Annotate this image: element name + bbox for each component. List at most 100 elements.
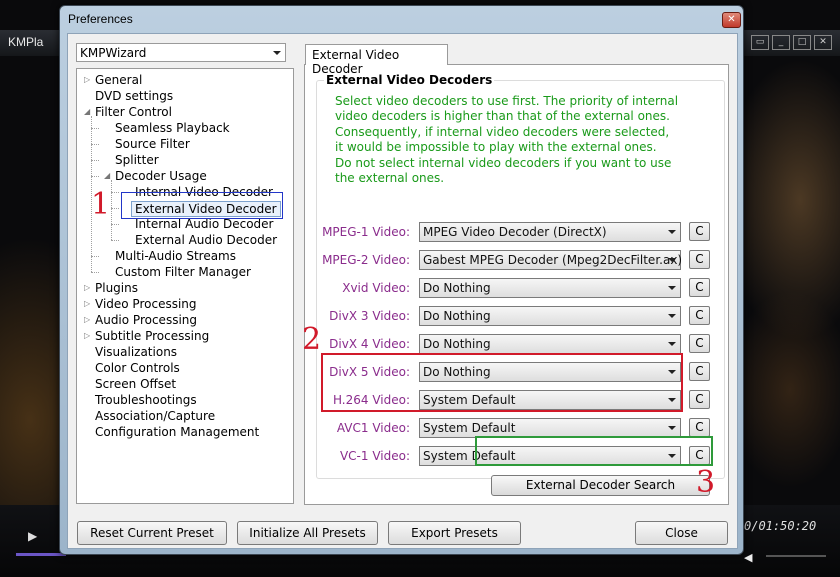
decoder-config-button[interactable]: C: [689, 362, 710, 381]
expand-arrow-icon[interactable]: ▷: [84, 296, 92, 312]
decoder-config-button[interactable]: C: [689, 418, 710, 437]
decoder-config-button[interactable]: C: [689, 278, 710, 297]
expand-arrow-icon[interactable]: ▷: [84, 312, 92, 328]
tree-item[interactable]: External Audio Decoder: [135, 232, 277, 248]
decoder-config-button[interactable]: C: [689, 222, 710, 241]
tree-item[interactable]: Screen Offset: [95, 376, 176, 392]
window-close-button[interactable]: ✕: [722, 12, 741, 28]
description-text: Select video decoders to use first. The …: [335, 94, 695, 186]
tree-item-label: DVD settings: [95, 89, 174, 103]
annotation-number-1: 1: [91, 187, 111, 222]
decoder-label: MPEG-1 Video:: [322, 225, 410, 239]
tree-item-label: Decoder Usage: [115, 169, 207, 183]
annotation-box-1: [121, 192, 283, 219]
tree-connector: [91, 160, 99, 161]
decoder-select[interactable]: Gabest MPEG Decoder (Mpeg2DecFilter.ax): [419, 250, 682, 270]
seek-bar[interactable]: [16, 553, 66, 556]
expand-arrow-icon[interactable]: ▷: [84, 280, 92, 296]
player-window-buttons: ▭ _ □ ✕: [751, 35, 832, 50]
chevron-down-icon: [663, 279, 680, 297]
tree-item-label: Configuration Management: [95, 425, 260, 439]
decoder-config-button[interactable]: C: [689, 306, 710, 325]
play-icon[interactable]: ▶: [28, 529, 37, 543]
preferences-window: Preferences ✕ KMPWizard ▷ General DVD sett…: [59, 5, 744, 555]
tree-item-label: General: [95, 73, 143, 87]
tree-item[interactable]: Configuration Management: [95, 424, 259, 440]
decoder-row: DivX 3 Video: Do Nothing C: [305, 306, 725, 326]
initialize-all-presets-button[interactable]: Initialize All Presets: [237, 521, 378, 545]
tree-item[interactable]: ▷ Video Processing: [84, 296, 197, 312]
decoder-label: Xvid Video:: [342, 281, 410, 295]
decoder-config-button[interactable]: C: [689, 390, 710, 409]
tree-item-label: Plugins: [95, 281, 138, 295]
tree-item[interactable]: Visualizations: [95, 344, 177, 360]
tree-item[interactable]: DVD settings: [95, 88, 173, 104]
settings-tree[interactable]: ▷ General DVD settings ◢ Filter Control Seaml…: [76, 68, 294, 504]
decoder-select[interactable]: System Default: [419, 418, 681, 438]
tree-connector: [91, 272, 99, 273]
player-minimize-button[interactable]: _: [772, 35, 790, 50]
tree-item[interactable]: Splitter: [115, 152, 159, 168]
tree-item-label: Color Controls: [95, 361, 180, 375]
volume-slider[interactable]: [766, 555, 826, 557]
chevron-down-icon: [663, 307, 680, 325]
tree-item[interactable]: ▷ Plugins: [84, 280, 138, 296]
decoder-value: Do Nothing: [423, 337, 491, 351]
player-skin-button[interactable]: ▭: [751, 35, 769, 50]
chevron-down-icon: [663, 419, 680, 437]
tree-item-label: Screen Offset: [95, 377, 177, 391]
description-line: it would be impossible to play with the …: [335, 140, 657, 155]
tree-item[interactable]: ◢ Decoder Usage: [104, 168, 207, 184]
chevron-down-icon: [268, 44, 285, 61]
tree-item[interactable]: Source Filter: [115, 136, 190, 152]
decoder-value: Do Nothing: [423, 309, 491, 323]
expand-arrow-icon[interactable]: ▷: [84, 328, 92, 344]
annotation-box-3: [475, 436, 713, 466]
close-button[interactable]: Close: [635, 521, 728, 545]
annotation-number-3: 3: [696, 465, 716, 500]
tree-item[interactable]: ◢ Filter Control: [84, 104, 172, 120]
export-presets-button[interactable]: Export Presets: [388, 521, 521, 545]
decoder-value: Do Nothing: [423, 281, 491, 295]
annotation-box-2: [321, 353, 683, 412]
chevron-down-icon: [663, 335, 680, 353]
playback-time: 0/01:50:20: [744, 519, 817, 533]
tree-connector: [91, 144, 99, 145]
decoder-label: DivX 3 Video:: [329, 309, 410, 323]
player-maximize-button[interactable]: □: [793, 35, 811, 50]
decoder-config-button[interactable]: C: [689, 250, 710, 269]
external-decoder-search-button[interactable]: External Decoder Search: [491, 475, 710, 496]
tab-external-video-decoder[interactable]: External Video Decoder: [305, 44, 448, 76]
decoder-select[interactable]: Do Nothing: [419, 306, 681, 326]
tree-item[interactable]: ▷ General: [84, 72, 143, 88]
preset-dropdown[interactable]: KMPWizard: [76, 43, 286, 62]
decoder-select[interactable]: Do Nothing: [419, 278, 681, 298]
tree-item-label: Association/Capture: [95, 409, 216, 423]
tree-item-label: Internal Audio Decoder: [135, 217, 274, 231]
decoder-value: MPEG Video Decoder (DirectX): [423, 225, 607, 239]
decoder-row: Xvid Video: Do Nothing C: [305, 278, 725, 298]
expand-arrow-icon[interactable]: ▷: [84, 72, 92, 88]
description-line: Consequently, if internal video decoders…: [335, 124, 670, 139]
tree-item-label: Visualizations: [95, 345, 178, 359]
player-close-button[interactable]: ✕: [814, 35, 832, 50]
tree-item[interactable]: ▷ Subtitle Processing: [84, 328, 210, 344]
tree-item[interactable]: Custom Filter Manager: [115, 264, 251, 280]
tree-item-label: External Audio Decoder: [135, 233, 278, 247]
window-title: Preferences: [68, 12, 133, 26]
decoder-select[interactable]: MPEG Video Decoder (DirectX): [419, 222, 681, 242]
reset-current-preset-button[interactable]: Reset Current Preset: [77, 521, 227, 545]
decoder-row: MPEG-2 Video: Gabest MPEG Decoder (Mpeg2D…: [305, 250, 725, 270]
tree-connector: [111, 180, 112, 240]
tree-item[interactable]: Color Controls: [95, 360, 180, 376]
tree-item[interactable]: Multi-Audio Streams: [115, 248, 236, 264]
tree-item-label: Subtitle Processing: [95, 329, 210, 343]
decoder-select[interactable]: Do Nothing: [419, 334, 681, 354]
tree-item[interactable]: Troubleshootings: [95, 392, 197, 408]
volume-icon[interactable]: ◀: [744, 551, 752, 564]
decoder-config-button[interactable]: C: [689, 334, 710, 353]
tree-item[interactable]: Seamless Playback: [115, 120, 230, 136]
tree-connector: [111, 192, 119, 193]
tree-item[interactable]: Association/Capture: [95, 408, 215, 424]
tree-item[interactable]: ▷ Audio Processing: [84, 312, 197, 328]
